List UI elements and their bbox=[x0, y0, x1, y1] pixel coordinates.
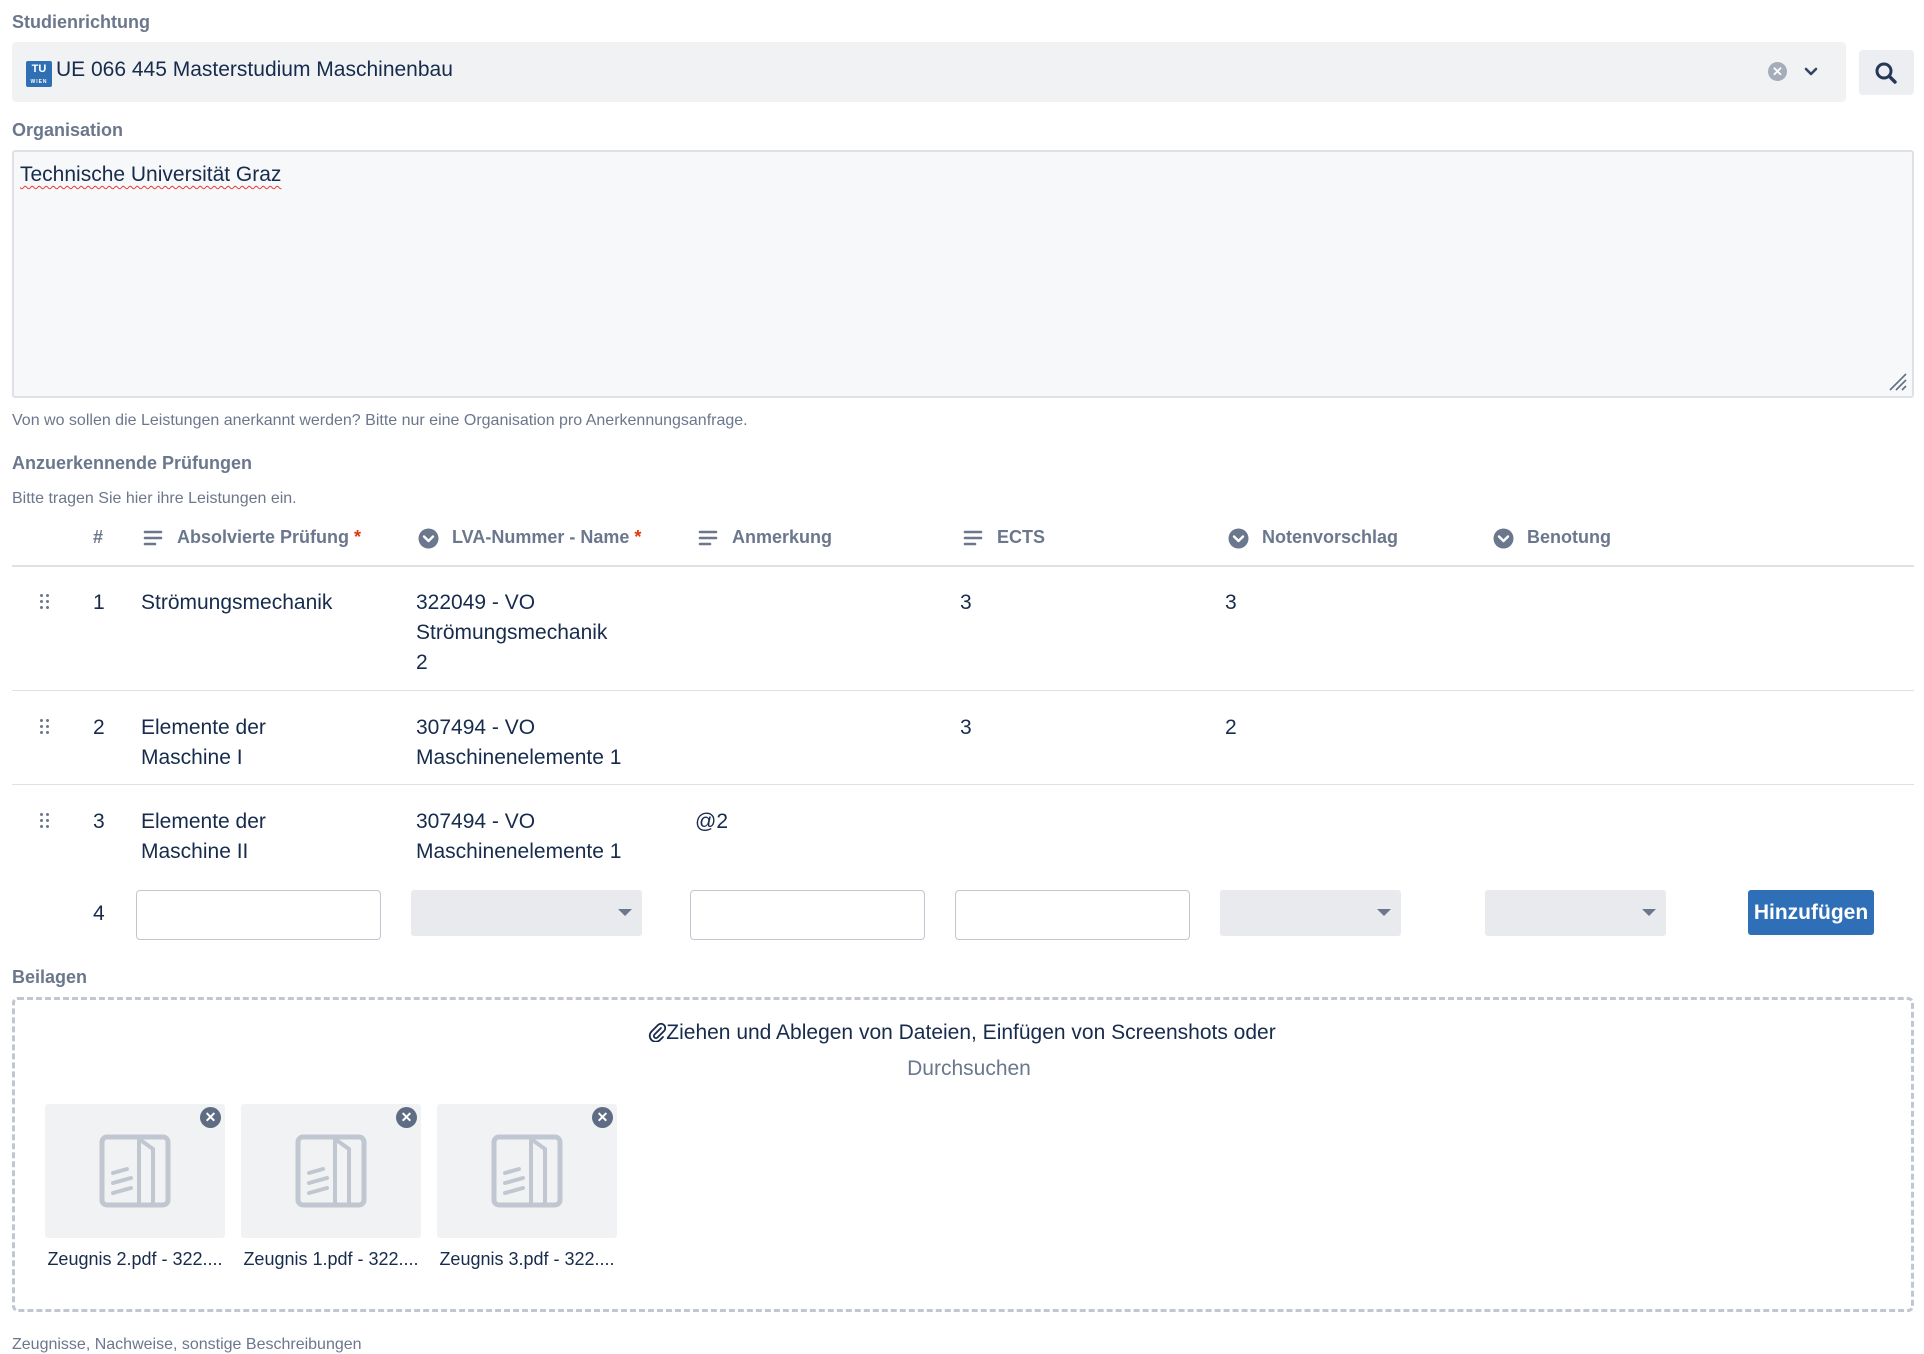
text-field-icon bbox=[143, 530, 163, 546]
row-lva-line: Maschinenelemente 1 bbox=[416, 840, 622, 863]
file-name: Zeugnis 2.pdf - 322.... bbox=[47, 1249, 223, 1269]
text-field-icon bbox=[963, 530, 983, 546]
row-lva-line: Maschinenelemente 1 bbox=[416, 746, 622, 769]
exams-label: Anzuerkennende Prüfungen bbox=[12, 453, 253, 473]
remove-file-icon[interactable]: ✕ bbox=[592, 1107, 613, 1128]
search-icon bbox=[1875, 62, 1897, 84]
organisation-label: Organisation bbox=[12, 120, 124, 140]
file-thumbnail[interactable] bbox=[437, 1104, 617, 1238]
column-header-note[interactable]: Anmerkung bbox=[732, 527, 832, 548]
row-lva[interactable]: 322049 - VO Strömungsmechanik 2 bbox=[416, 588, 607, 678]
exams-help: Bitte tragen Sie hier ihre Leistungen ei… bbox=[12, 490, 297, 507]
file-name: Zeugnis 1.pdf - 322.... bbox=[243, 1249, 419, 1269]
dropdown-field-icon bbox=[1228, 528, 1249, 549]
row-divider bbox=[12, 690, 1914, 691]
row-ects[interactable]: 3 bbox=[960, 588, 972, 618]
row-index: 1 bbox=[93, 591, 105, 614]
column-header-lva-label: LVA-Nummer - Name bbox=[452, 527, 630, 547]
document-icon bbox=[295, 1134, 367, 1208]
attachments-help: Zeugnisse, Nachweise, sonstige Beschreib… bbox=[12, 1336, 362, 1353]
attachments-label: Beilagen bbox=[12, 967, 88, 987]
new-grade-suggestion-select[interactable] bbox=[1220, 890, 1401, 936]
row-lva-line: 2 bbox=[416, 651, 428, 674]
dropzone-text: Ziehen und Ablegen von Dateien, Einfügen… bbox=[0, 1021, 1924, 1045]
row-ects[interactable]: 3 bbox=[960, 713, 972, 743]
resize-handle-icon[interactable] bbox=[1886, 370, 1908, 392]
study-label: Studienrichtung bbox=[12, 12, 150, 32]
column-header-grading[interactable]: Benotung bbox=[1527, 527, 1611, 548]
tu-logo-subtext: WIEN bbox=[30, 79, 48, 85]
row-completed[interactable]: Strömungsmechanik bbox=[141, 588, 332, 618]
row-lva-line: 307494 - VO bbox=[416, 810, 536, 833]
add-row-button[interactable]: Hinzufügen bbox=[1748, 890, 1874, 935]
row-divider bbox=[12, 784, 1914, 785]
organisation-help: Von wo sollen die Leistungen anerkannt w… bbox=[12, 412, 748, 429]
caret-down-icon bbox=[618, 909, 632, 916]
column-header-lva[interactable]: LVA-Nummer - Name * bbox=[452, 527, 641, 548]
row-completed-line: Maschine II bbox=[141, 840, 249, 863]
row-completed-line: Elemente der bbox=[141, 716, 266, 739]
row-index: 3 bbox=[93, 810, 105, 833]
row-lva[interactable]: 307494 - VO Maschinenelemente 1 bbox=[416, 807, 621, 867]
column-header-completed[interactable]: Absolvierte Prüfung * bbox=[177, 527, 361, 548]
clear-icon[interactable]: ✕ bbox=[1768, 62, 1787, 81]
row-grade-suggestion[interactable]: 2 bbox=[1225, 713, 1237, 743]
row-lva-line: 307494 - VO bbox=[416, 716, 536, 739]
column-header-ects[interactable]: ECTS bbox=[997, 527, 1045, 548]
search-button[interactable] bbox=[1859, 50, 1914, 95]
study-select-value: UE 066 445 Masterstudium Maschinenbau bbox=[56, 58, 453, 81]
paperclip-icon bbox=[649, 1022, 667, 1043]
drag-handle-icon[interactable] bbox=[40, 719, 52, 737]
row-lva-line: Strömungsmechanik bbox=[416, 621, 608, 644]
required-mark: * bbox=[354, 527, 362, 547]
remove-file-icon[interactable]: ✕ bbox=[200, 1107, 221, 1128]
new-note-input[interactable] bbox=[690, 890, 925, 940]
document-icon bbox=[491, 1134, 563, 1208]
new-ects-input[interactable] bbox=[955, 890, 1190, 940]
new-grading-select[interactable] bbox=[1485, 890, 1666, 936]
row-completed[interactable]: Elemente der Maschine II bbox=[141, 807, 266, 867]
row-grade-suggestion[interactable]: 3 bbox=[1225, 588, 1237, 618]
browse-link[interactable]: Durchsuchen bbox=[0, 1057, 1924, 1081]
tu-wien-logo-icon: TU WIEN bbox=[26, 61, 52, 87]
drag-handle-icon[interactable] bbox=[40, 594, 52, 612]
row-lva-line: 322049 - VO bbox=[416, 591, 536, 614]
drag-handle-icon[interactable] bbox=[40, 813, 52, 831]
row-note[interactable]: @2 bbox=[695, 807, 728, 837]
row-lva[interactable]: 307494 - VO Maschinenelemente 1 bbox=[416, 713, 621, 773]
row-index: 2 bbox=[93, 716, 105, 739]
new-lva-select[interactable] bbox=[411, 890, 642, 936]
new-completed-input[interactable] bbox=[136, 890, 381, 940]
document-icon bbox=[99, 1134, 171, 1208]
dropdown-field-icon bbox=[1493, 528, 1514, 549]
caret-down-icon bbox=[1377, 909, 1391, 916]
row-completed-line: Elemente der bbox=[141, 810, 266, 833]
row-completed-line: Strömungsmechanik bbox=[141, 591, 333, 614]
required-mark: * bbox=[634, 527, 642, 547]
new-row-index: 4 bbox=[93, 902, 105, 925]
file-name: Zeugnis 3.pdf - 322.... bbox=[439, 1249, 615, 1269]
column-header-completed-label: Absolvierte Prüfung bbox=[177, 527, 350, 547]
row-completed-line: Maschine I bbox=[141, 746, 243, 769]
tu-logo-text: TU bbox=[31, 63, 47, 75]
column-header-grade-suggestion[interactable]: Notenvorschlag bbox=[1262, 527, 1398, 548]
remove-file-icon[interactable]: ✕ bbox=[396, 1107, 417, 1128]
column-header-index: # bbox=[93, 527, 104, 547]
chevron-down-icon[interactable] bbox=[1800, 60, 1822, 82]
row-completed[interactable]: Elemente der Maschine I bbox=[141, 713, 266, 773]
file-thumbnail[interactable] bbox=[45, 1104, 225, 1238]
text-field-icon bbox=[698, 530, 718, 546]
organisation-value[interactable]: Technische Universität Graz bbox=[20, 163, 281, 187]
table-header-divider bbox=[12, 565, 1914, 567]
dropdown-field-icon bbox=[418, 528, 439, 549]
organisation-textarea[interactable] bbox=[12, 150, 1914, 398]
file-thumbnail[interactable] bbox=[241, 1104, 421, 1238]
dropzone-instructions: Ziehen und Ablegen von Dateien, Einfügen… bbox=[666, 1021, 1276, 1044]
caret-down-icon bbox=[1642, 909, 1656, 916]
